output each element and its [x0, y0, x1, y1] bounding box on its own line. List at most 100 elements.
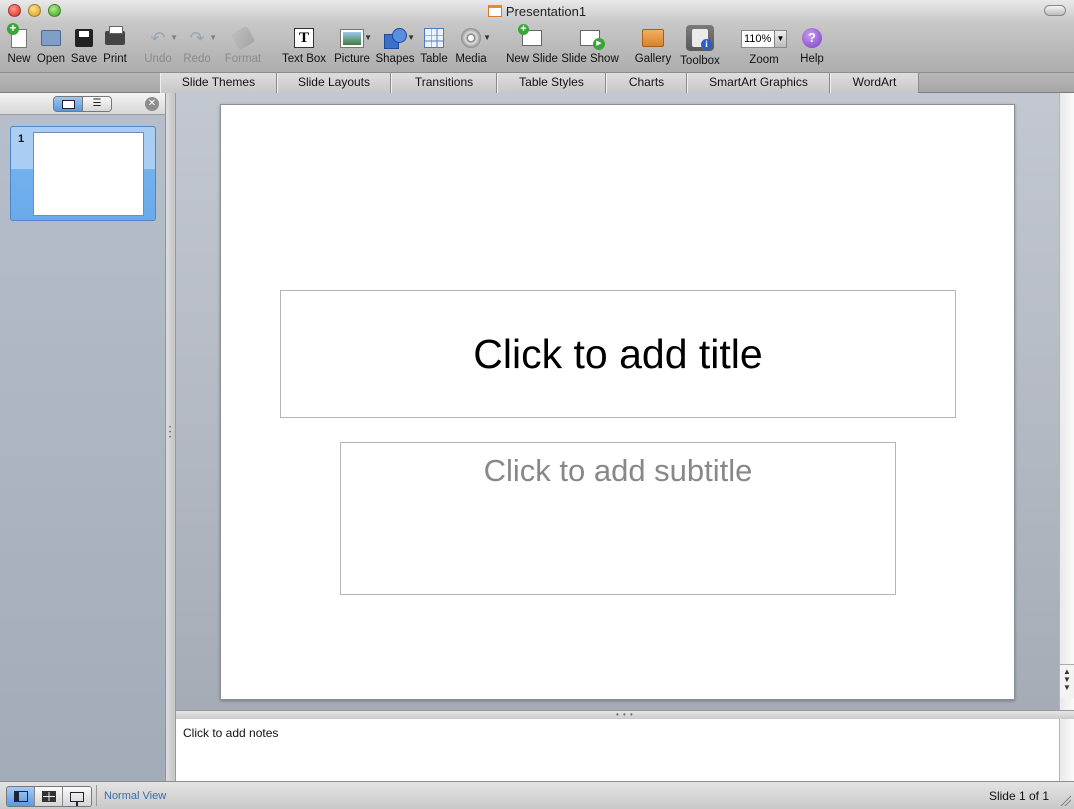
text-box-button[interactable]: T Text Box — [278, 22, 330, 72]
tab-slide-layouts[interactable]: Slide Layouts — [277, 73, 391, 93]
tab-smartart-graphics[interactable]: SmartArt Graphics — [687, 73, 830, 93]
notes-scrollbar[interactable] — [1059, 719, 1074, 781]
undo-arrow-icon: ↶ — [150, 28, 166, 48]
shapes-label: Shapes — [375, 53, 415, 65]
zoom-value-field[interactable]: 110% — [741, 30, 775, 48]
outline-list-icon: ☰ — [92, 98, 102, 109]
undo-dropdown-caret-icon[interactable]: ▼ — [170, 33, 178, 42]
notes-splitter[interactable]: • • • — [176, 710, 1074, 719]
tab-transitions[interactable]: Transitions — [391, 73, 497, 93]
slide-thumbnail-number: 1 — [18, 133, 25, 145]
slides-tab-button[interactable] — [54, 97, 83, 111]
slides-panel-header: ☰ ✕ — [0, 93, 165, 115]
table-grid-icon — [424, 28, 444, 48]
window-title: Presentation1 — [505, 3, 587, 19]
close-panel-icon[interactable]: ✕ — [145, 97, 159, 111]
format-label: Format — [224, 53, 262, 65]
zoom-label: Zoom — [749, 54, 779, 66]
format-paintbrush-icon — [230, 25, 256, 51]
format-button[interactable]: Format — [218, 22, 268, 72]
new-slide-button[interactable]: New Slide — [504, 22, 560, 72]
gallery-button[interactable]: Gallery — [630, 22, 676, 72]
window-resize-grip-icon[interactable] — [1059, 794, 1071, 806]
title-bar: Presentation1 — [0, 0, 1074, 22]
toolbox-icon — [692, 29, 712, 50]
panel-splitter[interactable]: • • • — [166, 93, 176, 781]
redo-button[interactable]: ↷ ▼ Redo — [176, 22, 218, 72]
print-button[interactable]: Print — [100, 22, 130, 72]
redo-label: Redo — [183, 53, 211, 65]
elements-gallery-tabs: Slide Themes Slide Layouts Transitions T… — [0, 72, 1074, 93]
title-placeholder[interactable]: Click to add title — [280, 290, 956, 418]
outline-tab-button[interactable]: ☰ — [83, 97, 111, 111]
zoom-window-button[interactable] — [48, 4, 61, 17]
save-label: Save — [70, 53, 98, 65]
status-bar: Normal View Slide 1 of 1 — [0, 781, 1074, 809]
picture-dropdown-caret-icon[interactable]: ▼ — [364, 33, 372, 42]
help-question-icon: ? — [802, 28, 822, 48]
open-button[interactable]: Open — [34, 22, 68, 72]
tab-charts[interactable]: Charts — [606, 73, 687, 93]
tab-wordart[interactable]: WordArt — [830, 73, 919, 93]
close-window-button[interactable] — [8, 4, 21, 17]
slide-sorter-view-button[interactable] — [35, 787, 63, 806]
notes-pane[interactable]: Click to add notes — [176, 719, 1059, 781]
slide-show-view-button[interactable] — [63, 787, 91, 806]
slide-thumbnail-preview[interactable] — [33, 132, 144, 216]
save-button[interactable]: Save — [68, 22, 100, 72]
zoom-control: 110% ▼ Zoom — [732, 22, 796, 72]
splitter-grip-icon[interactable]: • • • — [169, 425, 173, 441]
picture-button[interactable]: ▼ Picture — [330, 22, 374, 72]
minimize-window-button[interactable] — [28, 4, 41, 17]
open-label: Open — [36, 53, 66, 65]
new-button[interactable]: New — [4, 22, 34, 72]
slide-show-label: Slide Show — [561, 53, 619, 65]
toolbox-button[interactable]: Toolbox — [676, 22, 724, 72]
slide-sorter-icon — [41, 791, 56, 802]
media-dropdown-caret-icon[interactable]: ▼ — [483, 33, 491, 42]
current-view-name: Normal View — [104, 790, 167, 802]
slide-editing-area: Click to add title Click to add subtitle — [176, 93, 1059, 710]
slide-thumbnail-icon — [61, 99, 75, 109]
media-button[interactable]: ▼ Media — [452, 22, 491, 72]
text-box-icon: T — [294, 28, 314, 48]
subtitle-placeholder[interactable]: Click to add subtitle — [340, 442, 896, 595]
notes-splitter-grip-icon[interactable]: • • • — [616, 711, 634, 719]
slide-show-play-icon — [580, 30, 605, 50]
slide-count-indicator: Slide 1 of 1 — [988, 789, 1049, 803]
tab-table-styles[interactable]: Table Styles — [497, 73, 606, 93]
shapes-dropdown-caret-icon[interactable]: ▼ — [407, 33, 415, 42]
redo-arrow-icon: ↷ — [189, 28, 205, 48]
view-buttons — [6, 786, 92, 807]
zoom-dropdown-arrow-icon[interactable]: ▼ — [775, 30, 787, 48]
undo-button[interactable]: ↶ ▼ Undo — [140, 22, 178, 72]
table-button[interactable]: Table — [416, 22, 452, 72]
printer-icon — [105, 26, 125, 45]
save-disk-icon — [75, 29, 93, 47]
notes-placeholder[interactable]: Click to add notes — [183, 726, 278, 740]
shapes-button[interactable]: ▼ Shapes — [374, 22, 416, 72]
normal-view-button[interactable] — [7, 787, 35, 806]
media-reel-icon — [461, 28, 481, 48]
document-icon — [487, 5, 502, 17]
open-folder-icon — [41, 30, 61, 46]
slide-show-button[interactable]: Slide Show — [560, 22, 620, 72]
window-controls — [8, 4, 61, 17]
slide-thumbnail-selected[interactable]: 1 — [10, 126, 156, 221]
standard-toolbar: New Open Save Print ↶ ▼ Undo ↷ ▼ Redo Form… — [0, 22, 1074, 72]
toolbox-label: Toolbox — [680, 55, 720, 67]
presenter-screen-icon — [70, 791, 84, 806]
redo-dropdown-caret-icon[interactable]: ▼ — [209, 33, 217, 42]
new-document-icon — [7, 22, 27, 48]
slide-canvas[interactable]: Click to add title Click to add subtitle — [220, 104, 1015, 700]
shapes-icon — [384, 28, 407, 49]
slide-vertical-scrollbar[interactable]: ▲ ▼ ▼ — [1059, 93, 1074, 710]
panel-view-switcher: ☰ — [53, 96, 112, 112]
table-label: Table — [420, 53, 448, 65]
help-button[interactable]: ? Help — [796, 22, 828, 72]
tab-slide-themes[interactable]: Slide Themes — [160, 73, 277, 93]
toolbar-toggle-button[interactable] — [1044, 5, 1066, 16]
new-slide-icon — [518, 24, 542, 46]
picture-icon — [340, 28, 364, 48]
slide-navigation-arrows-icon[interactable]: ▲ ▼ ▼ — [1060, 664, 1074, 698]
